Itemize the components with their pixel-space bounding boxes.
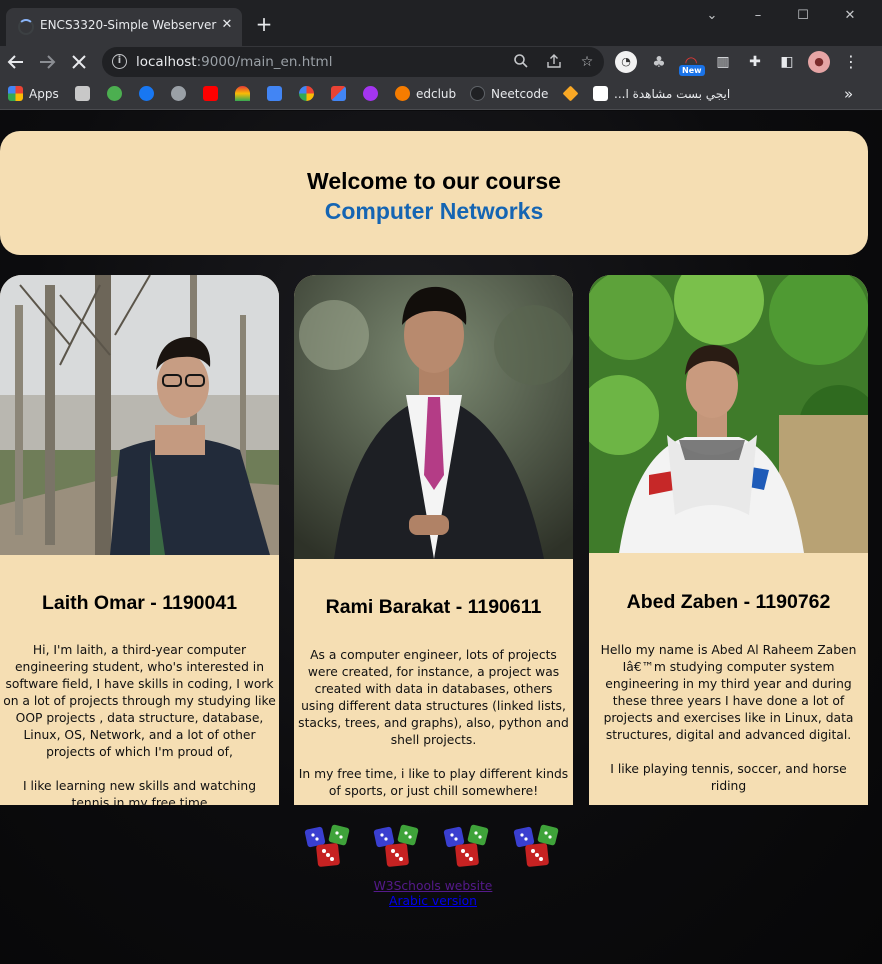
bookmarks-overflow-button[interactable]: » bbox=[844, 85, 853, 103]
back-button[interactable] bbox=[4, 50, 28, 74]
loading-spinner-icon bbox=[18, 19, 34, 35]
dice-icon bbox=[304, 824, 350, 867]
bookmarks-bar: Apps edclub Neetcode ايجي بست مشاهدة ا..… bbox=[0, 78, 882, 110]
bookmark-label: edclub bbox=[416, 87, 457, 101]
student-name: Rami Barakat - 1190611 bbox=[325, 596, 542, 618]
student-photo bbox=[294, 275, 573, 559]
student-card-laith: Laith Omar - 1190041 Hi, I'm laith, a th… bbox=[0, 275, 279, 805]
bio-paragraph: Hello my name is Abed Al Raheem Zaben Iâ… bbox=[600, 643, 857, 742]
student-name: Abed Zaben - 1190762 bbox=[626, 591, 831, 613]
forward-button[interactable] bbox=[35, 50, 59, 74]
links-block: W3Schools website Arabic version bbox=[0, 879, 866, 908]
bio-paragraph: In my free time, i like to play differen… bbox=[298, 767, 569, 798]
student-card-rami: Rami Barakat - 1190611 As a computer eng… bbox=[294, 275, 573, 805]
octopus-extension-icon[interactable]: ♣ bbox=[648, 51, 670, 73]
student-card-abed: Abed Zaben - 1190762 Hello my name is Ab… bbox=[589, 275, 868, 805]
tree-icon bbox=[107, 86, 122, 101]
new-tab-button[interactable]: + bbox=[254, 14, 274, 34]
bookmark-item[interactable] bbox=[75, 85, 96, 103]
chart-extension-icon[interactable]: ▥ bbox=[712, 51, 734, 73]
course-name: Computer Networks bbox=[324, 198, 544, 224]
facebook-icon bbox=[139, 86, 154, 101]
wifi-icon bbox=[235, 86, 250, 101]
menu-kebab-icon[interactable]: ⋮ bbox=[840, 51, 862, 73]
bookmark-item[interactable] bbox=[299, 85, 320, 103]
welcome-banner: Welcome to our course Computer Networks bbox=[0, 131, 868, 255]
tab-search-icon[interactable]: ⌄ bbox=[697, 6, 727, 26]
share-icon[interactable] bbox=[545, 53, 563, 71]
bookmark-label: Neetcode bbox=[491, 87, 549, 101]
owl-extension-icon[interactable]: ◔ bbox=[615, 51, 637, 73]
browser-toolbar: i localhost:9000/main_en.html ☆ ◔ ♣ ◠ ▥ … bbox=[0, 46, 882, 78]
bio-paragraph: I like learning new skills and watching … bbox=[22, 779, 257, 805]
student-bio: Hi, I'm laith, a third-year computer eng… bbox=[3, 642, 276, 805]
bookmark-egybest[interactable]: ايجي بست مشاهدة ا... bbox=[593, 85, 730, 103]
gmail-icon bbox=[331, 86, 346, 101]
bookmark-item[interactable] bbox=[171, 85, 192, 103]
udemy-icon bbox=[363, 86, 378, 101]
browser-tab[interactable]: ENCS3320-Simple Webserver ✕ bbox=[6, 8, 242, 46]
site-info-icon[interactable]: i bbox=[112, 54, 127, 69]
dice-icon bbox=[443, 824, 489, 867]
tab-title: ENCS3320-Simple Webserver bbox=[40, 18, 217, 32]
student-photo bbox=[0, 275, 279, 555]
bookmark-neetcode[interactable]: Neetcode bbox=[470, 85, 548, 103]
globe-icon bbox=[171, 86, 186, 101]
bookmark-icon bbox=[75, 86, 90, 101]
tab-close-icon[interactable]: ✕ bbox=[218, 16, 236, 34]
w3schools-link[interactable]: W3Schools website bbox=[374, 879, 493, 893]
student-name: Laith Omar - 1190041 bbox=[41, 592, 238, 614]
stop-loading-button[interactable] bbox=[67, 50, 91, 74]
egybest-icon bbox=[593, 86, 608, 101]
student-bio: As a computer engineer, lots of projects… bbox=[297, 647, 570, 800]
edclub-icon bbox=[395, 86, 410, 101]
back-arrow-icon bbox=[7, 55, 23, 69]
web-page: Welcome to our course Computer Networks … bbox=[0, 111, 882, 964]
minimize-button[interactable]: – bbox=[743, 6, 773, 26]
url-text[interactable]: localhost:9000/main_en.html bbox=[136, 54, 332, 70]
extensions-puzzle-icon[interactable]: ✚ bbox=[744, 51, 766, 73]
bookmark-item[interactable] bbox=[562, 85, 584, 103]
google-icon bbox=[299, 86, 314, 101]
bookmark-item[interactable] bbox=[107, 85, 128, 103]
bookmark-item[interactable] bbox=[363, 85, 384, 103]
close-window-button[interactable]: ✕ bbox=[835, 6, 865, 26]
dice-icon bbox=[513, 824, 559, 867]
tab-strip: ENCS3320-Simple Webserver ✕ + ⌄ – ☐ ✕ bbox=[0, 0, 882, 46]
apps-grid-icon bbox=[8, 86, 23, 101]
arabic-version-link[interactable]: Arabic version bbox=[389, 894, 477, 908]
student-bio: Hello my name is Abed Al Raheem Zaben Iâ… bbox=[592, 642, 865, 795]
bookmark-item[interactable] bbox=[139, 85, 160, 103]
youtube-icon bbox=[203, 86, 218, 101]
bookmark-item[interactable] bbox=[235, 85, 256, 103]
search-icon[interactable] bbox=[512, 53, 530, 71]
side-panel-icon[interactable]: ◧ bbox=[776, 51, 798, 73]
address-bar[interactable]: i localhost:9000/main_en.html ☆ bbox=[102, 47, 604, 77]
bookmark-item[interactable] bbox=[267, 85, 288, 103]
bookmark-item[interactable] bbox=[203, 85, 224, 103]
bookmark-edclub[interactable]: edclub bbox=[395, 85, 456, 103]
forward-arrow-icon bbox=[40, 55, 56, 69]
bookmark-apps[interactable]: Apps bbox=[8, 85, 59, 103]
bio-paragraph: I like playing tennis, soccer, and horse… bbox=[610, 762, 847, 793]
student-photo bbox=[589, 275, 868, 553]
stop-x-icon bbox=[72, 55, 86, 69]
bookmark-item[interactable] bbox=[331, 85, 352, 103]
profile-avatar[interactable]: ● bbox=[808, 51, 830, 73]
bookmark-star-icon[interactable]: ☆ bbox=[578, 53, 596, 71]
bookmark-label: ايجي بست مشاهدة ا... bbox=[614, 87, 731, 101]
dice-icon bbox=[373, 824, 419, 867]
bookmark-label: Apps bbox=[29, 87, 59, 101]
url-host: localhost bbox=[136, 54, 197, 70]
url-path: :9000/main_en.html bbox=[196, 54, 333, 70]
welcome-title: Welcome to our course bbox=[307, 168, 561, 194]
neetcode-icon bbox=[470, 86, 485, 101]
bio-paragraph: Hi, I'm laith, a third-year computer eng… bbox=[3, 643, 276, 759]
translate-icon bbox=[267, 86, 282, 101]
bookmark-icon bbox=[562, 85, 579, 102]
new-badge: New bbox=[679, 65, 705, 76]
maximize-button[interactable]: ☐ bbox=[788, 6, 818, 26]
bio-paragraph: As a computer engineer, lots of projects… bbox=[298, 648, 569, 747]
